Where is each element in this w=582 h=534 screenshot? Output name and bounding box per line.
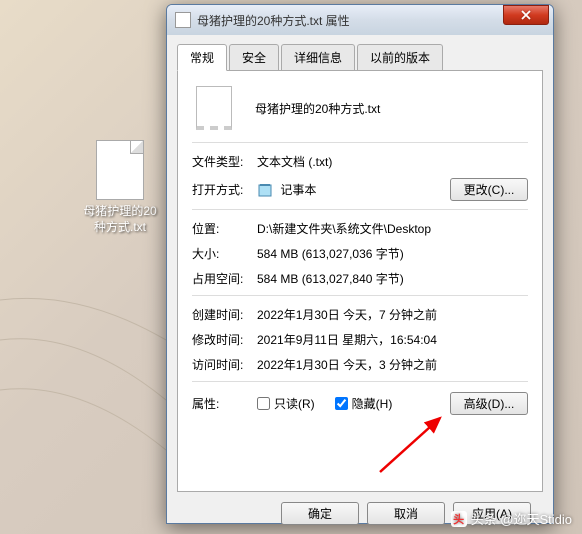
tab-previous-versions[interactable]: 以前的版本 (357, 44, 443, 70)
tab-security[interactable]: 安全 (229, 44, 279, 70)
separator (192, 142, 528, 143)
hidden-checkbox[interactable] (335, 397, 348, 410)
desktop-file-label: 母猪护理的20种方式.txt (80, 204, 160, 235)
open-with-app-name: 记事本 (280, 183, 316, 197)
separator (192, 295, 528, 296)
properties-window: 母猪护理的20种方式.txt 属性 常规 安全 详细信息 以前的版本 文件类型:… (166, 4, 554, 524)
tab-strip: 常规 安全 详细信息 以前的版本 (177, 44, 543, 71)
watermark-logo-icon: 头 (451, 511, 467, 527)
label-attributes: 属性: (192, 395, 257, 412)
window-title: 母猪护理的20种方式.txt 属性 (197, 12, 503, 29)
change-button[interactable]: 更改(C)... (450, 178, 528, 201)
hidden-label: 隐藏(H) (352, 395, 393, 412)
titlebar[interactable]: 母猪护理的20种方式.txt 属性 (167, 5, 553, 35)
watermark: 头 头条 @迩天Stidio (451, 509, 572, 528)
ok-button[interactable]: 确定 (281, 502, 359, 525)
file-type-icon (196, 86, 232, 130)
text-file-icon (96, 140, 144, 200)
label-size-on-disk: 占用空间: (192, 270, 257, 287)
value-open-with: 记事本 (257, 181, 450, 199)
tab-general[interactable]: 常规 (177, 44, 227, 71)
readonly-checkbox-group[interactable]: 只读(R) (257, 395, 315, 412)
tab-details[interactable]: 详细信息 (281, 44, 355, 70)
value-accessed: 2022年1月30日 今天，3 分钟之前 (257, 356, 528, 373)
titlebar-file-icon (175, 12, 191, 28)
label-location: 位置: (192, 220, 257, 237)
watermark-text: 头条 @迩天Stidio (471, 509, 572, 528)
value-modified: 2021年9月11日 星期六，16:54:04 (257, 331, 528, 348)
label-file-type: 文件类型: (192, 153, 257, 170)
label-accessed: 访问时间: (192, 356, 257, 373)
close-button[interactable] (503, 5, 549, 25)
general-panel: 文件类型: 文本文档 (.txt) 打开方式: 记事本 更改(C)... 位置:… (177, 70, 543, 492)
value-created: 2022年1月30日 今天，7 分钟之前 (257, 306, 528, 323)
filename-input[interactable] (250, 98, 528, 118)
label-created: 创建时间: (192, 306, 257, 323)
cancel-button[interactable]: 取消 (367, 502, 445, 525)
notepad-icon (257, 182, 273, 198)
close-icon (520, 10, 532, 20)
label-open-with: 打开方式: (192, 181, 257, 198)
value-location: D:\新建文件夹\系统文件\Desktop (257, 220, 528, 237)
hidden-checkbox-group[interactable]: 隐藏(H) (335, 395, 393, 412)
label-modified: 修改时间: (192, 331, 257, 348)
value-file-type: 文本文档 (.txt) (257, 153, 528, 170)
separator (192, 209, 528, 210)
label-size: 大小: (192, 245, 257, 262)
advanced-button[interactable]: 高级(D)... (450, 392, 528, 415)
separator (192, 381, 528, 382)
desktop-file-icon[interactable]: 母猪护理的20种方式.txt (80, 140, 160, 235)
readonly-label: 只读(R) (274, 395, 315, 412)
value-size: 584 MB (613,027,036 字节) (257, 245, 528, 262)
value-size-on-disk: 584 MB (613,027,840 字节) (257, 270, 528, 287)
readonly-checkbox[interactable] (257, 397, 270, 410)
